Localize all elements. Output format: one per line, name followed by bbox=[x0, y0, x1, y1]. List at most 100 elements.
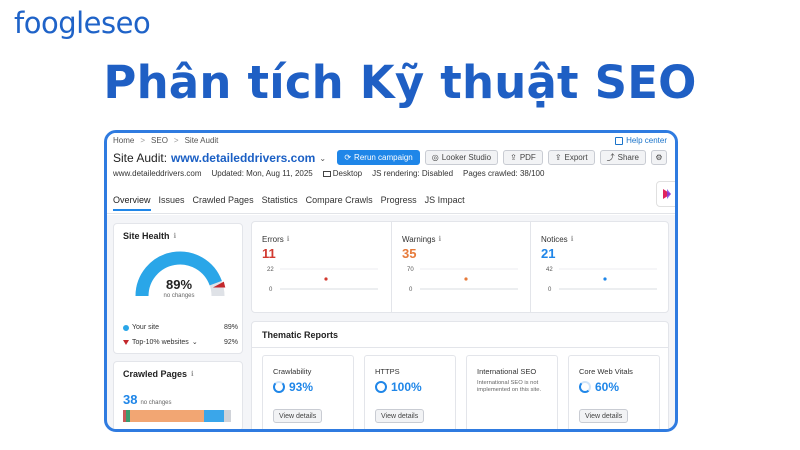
https-report: HTTPS 100% View details bbox=[364, 355, 456, 429]
looker-icon: ◎ bbox=[431, 153, 439, 162]
project-domain-selector[interactable]: www.detaileddrivers.com bbox=[171, 151, 315, 165]
looker-studio-button[interactable]: ◎ Looker Studio bbox=[424, 150, 499, 165]
notices-value[interactable]: 21 bbox=[541, 246, 555, 261]
warnings-label: Warnings ℹ bbox=[402, 235, 441, 244]
info-icon[interactable]: ℹ bbox=[191, 370, 194, 378]
chevron-down-icon: ⌄ bbox=[191, 339, 198, 346]
export-label: Export bbox=[564, 153, 588, 162]
warnings-value[interactable]: 35 bbox=[402, 246, 416, 261]
warnings-panel: Warnings ℹ 35 70 0 bbox=[391, 222, 530, 312]
audit-tabs: Overview Issues Crawled Pages Statistics… bbox=[113, 195, 465, 211]
international-seo-name: International SEO bbox=[477, 367, 537, 376]
crawlability-score: 93% bbox=[273, 380, 313, 394]
notices-ymin: 0 bbox=[548, 287, 552, 293]
info-icon[interactable]: ℹ bbox=[174, 232, 177, 240]
share-icon: ⤴ bbox=[606, 153, 615, 162]
tab-statistics[interactable]: Statistics bbox=[262, 195, 298, 211]
errors-trend-chart: 22 0 bbox=[267, 267, 378, 293]
breadcrumb-seo[interactable]: SEO bbox=[151, 136, 168, 145]
thematic-reports-title: Thematic Reports bbox=[262, 330, 339, 340]
header-divider bbox=[107, 213, 675, 214]
meta-pages-crawled: Pages crawled: 38/100 bbox=[463, 169, 545, 178]
help-center-label: Help center bbox=[626, 136, 667, 145]
core-web-vitals-value: 60% bbox=[595, 380, 620, 394]
crawled-pages-card: Crawled Pages ℹ 38 no changes bbox=[113, 361, 243, 429]
core-web-vitals-view-details-button[interactable]: View details bbox=[579, 409, 629, 423]
tab-issues[interactable]: Issues bbox=[159, 195, 185, 211]
top10-label: Top-10% websites bbox=[132, 338, 189, 346]
errors-ymax: 22 bbox=[267, 267, 274, 273]
site-health-title-text: Site Health bbox=[123, 231, 170, 241]
errors-label: Errors ℹ bbox=[262, 235, 289, 244]
thematic-reports-card: Thematic Reports Crawlability 93% View d… bbox=[251, 321, 669, 429]
crawled-pages-segment bbox=[223, 410, 231, 422]
your-site-value: 89% bbox=[223, 324, 238, 331]
tab-overview[interactable]: Overview bbox=[113, 195, 151, 211]
breadcrumb-separator: > bbox=[140, 136, 146, 145]
foogleseo-logo: foogleseo bbox=[14, 6, 151, 40]
chevron-down-icon[interactable]: ⌄ bbox=[319, 154, 326, 163]
site-health-card: Site Health ℹ 89% no changes Your site 8… bbox=[113, 223, 243, 354]
crawlability-value: 93% bbox=[289, 380, 314, 394]
site-audit-screenshot: Home > SEO > Site Audit Help center Site… bbox=[104, 130, 678, 432]
https-view-details-button[interactable]: View details bbox=[375, 409, 425, 423]
errors-label-text: Errors bbox=[262, 235, 284, 244]
errors-ymin: 0 bbox=[269, 287, 273, 293]
notices-label-text: Notices bbox=[541, 235, 568, 244]
site-audit-header: Home > SEO > Site Audit Help center Site… bbox=[107, 133, 675, 215]
info-icon[interactable]: ℹ bbox=[439, 235, 442, 244]
issues-card: Errors ℹ 11 22 0 Warnings ℹ 35 70 0 Notice… bbox=[251, 221, 669, 313]
errors-value[interactable]: 11 bbox=[262, 246, 276, 261]
tab-compare-crawls[interactable]: Compare Crawls bbox=[306, 195, 373, 211]
meta-js-rendering: JS rendering: Disabled bbox=[372, 169, 454, 178]
breadcrumb: Home > SEO > Site Audit bbox=[113, 136, 218, 145]
site-health-change: no changes bbox=[163, 293, 195, 299]
top10-value: 92% bbox=[223, 338, 238, 346]
site-health-title: Site Health ℹ bbox=[123, 231, 176, 241]
warnings-ymax: 70 bbox=[407, 267, 414, 273]
notices-panel: Notices ℹ 21 42 0 bbox=[530, 222, 669, 312]
core-web-vitals-name: Core Web Vitals bbox=[579, 367, 633, 376]
crawlability-view-details-button[interactable]: View details bbox=[273, 409, 323, 423]
crawled-pages-change: no changes bbox=[140, 400, 172, 406]
settings-button[interactable]: ⚙ bbox=[651, 150, 667, 165]
crawled-pages-value[interactable]: 38 bbox=[123, 392, 137, 407]
breadcrumb-home[interactable]: Home bbox=[113, 136, 134, 145]
https-score: 100% bbox=[375, 380, 422, 394]
warnings-point bbox=[464, 277, 468, 281]
crawled-pages-title: Crawled Pages ℹ bbox=[123, 369, 194, 379]
meta-device-label: Desktop bbox=[332, 169, 363, 178]
tab-js-impact[interactable]: JS Impact bbox=[425, 195, 465, 211]
breadcrumb-separator: > bbox=[173, 136, 179, 145]
progress-ring-icon bbox=[375, 381, 387, 393]
your-site-label: Your site bbox=[132, 324, 159, 331]
rerun-campaign-button[interactable]: ⟳ Rerun campaign bbox=[337, 150, 420, 165]
info-icon[interactable]: ℹ bbox=[571, 235, 574, 244]
looker-studio-label: Looker Studio bbox=[441, 153, 492, 162]
core-web-vitals-report: Core Web Vitals 60% View details bbox=[568, 355, 660, 429]
crawled-pages-segment bbox=[129, 410, 204, 422]
help-center-link[interactable]: Help center bbox=[615, 136, 667, 145]
tab-crawled-pages[interactable]: Crawled Pages bbox=[193, 195, 254, 211]
core-web-vitals-score: 60% bbox=[579, 380, 619, 394]
meta-site: www.detaileddrivers.com bbox=[113, 169, 202, 178]
tab-progress[interactable]: Progress bbox=[381, 195, 417, 211]
thematic-divider bbox=[252, 347, 668, 348]
warnings-ymin: 0 bbox=[409, 287, 413, 293]
pdf-button[interactable]: ⇪ PDF bbox=[503, 150, 543, 165]
export-button[interactable]: ⇪ Export bbox=[547, 150, 595, 165]
side-widget-button[interactable] bbox=[656, 181, 675, 207]
crawled-pages-segment bbox=[203, 410, 224, 422]
crawlability-report: Crawlability 93% View details bbox=[262, 355, 354, 429]
book-icon bbox=[615, 136, 624, 145]
toolbar-actions: ⟳ Rerun campaign ◎ Looker Studio ⇪ PDF ⇪… bbox=[337, 150, 667, 165]
crawled-pages-value-row: 38 no changes bbox=[123, 392, 172, 407]
audit-title-prefix: Site Audit: bbox=[113, 151, 168, 165]
info-icon[interactable]: ℹ bbox=[287, 235, 290, 244]
https-value: 100% bbox=[391, 380, 422, 394]
monitor-icon bbox=[322, 170, 331, 177]
share-button[interactable]: ⤴ Share bbox=[599, 150, 646, 165]
crawlability-name: Crawlability bbox=[273, 367, 312, 376]
logo-text: foogleseo bbox=[14, 6, 151, 40]
top10-row[interactable]: Top-10% websites ⌄ 92% bbox=[123, 338, 238, 346]
